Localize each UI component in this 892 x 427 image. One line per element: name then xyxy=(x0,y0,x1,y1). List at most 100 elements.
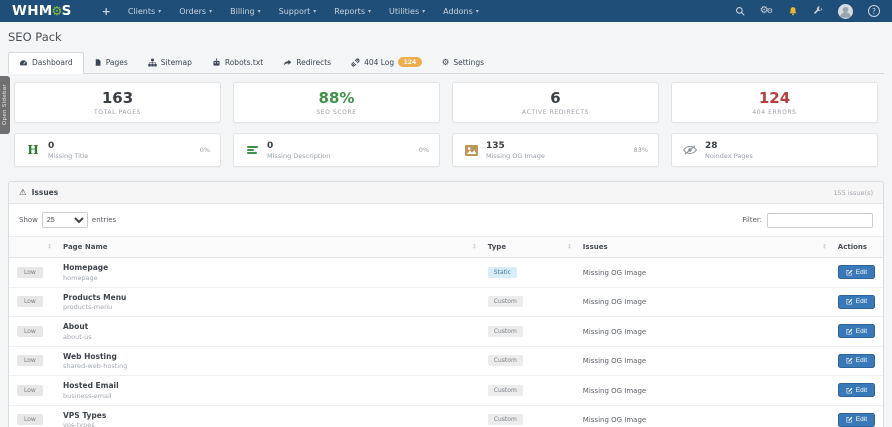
stat-value: 6 xyxy=(453,90,658,107)
redirect-arrow-icon xyxy=(283,58,292,67)
severity-badge: Low xyxy=(17,414,43,425)
pencil-icon xyxy=(846,269,853,276)
page-slug: vps-types xyxy=(63,421,472,427)
issues-table: ↕ Page Name↕ Type↕ Issues↕ Actions Low H… xyxy=(9,236,883,427)
severity-badge: Low xyxy=(17,296,43,307)
whmcs-logo[interactable]: WHM⚙S xyxy=(12,3,72,19)
severity-badge: Low xyxy=(17,355,43,366)
edit-button[interactable]: Edit xyxy=(838,295,875,309)
stat-label: ACTIVE REDIRECTS xyxy=(453,109,658,116)
help-icon[interactable]: ? xyxy=(868,5,880,17)
sort-icon: ↕ xyxy=(567,244,572,251)
table-controls: Show 25 entries Filter: xyxy=(9,204,883,236)
quick-add-button[interactable]: + xyxy=(94,0,119,22)
logo-text: WHM xyxy=(12,3,53,19)
chevron-down-icon: ▾ xyxy=(158,8,161,15)
column-header-page-name[interactable]: Page Name↕ xyxy=(55,237,480,258)
issue-text: Missing OG Image xyxy=(583,298,646,306)
nav-orders[interactable]: Orders▾ xyxy=(170,0,221,22)
wrench-icon[interactable] xyxy=(813,6,823,16)
chevron-down-icon: ▾ xyxy=(209,8,212,15)
entries-label: entries xyxy=(92,216,116,224)
page-slug: shared-web-hosting xyxy=(63,362,472,370)
tab-sitemap[interactable]: Sitemap xyxy=(138,53,202,73)
open-sidebar-tab[interactable]: Open Sidebar xyxy=(0,76,10,134)
page-name: Homepage xyxy=(63,263,472,272)
notifications-icon[interactable] xyxy=(788,6,798,16)
issues-panel-header: ⚠ Issues 155 issue(s) xyxy=(9,182,883,204)
substat-percent: 0% xyxy=(419,146,429,154)
nav-addons[interactable]: Addons▾ xyxy=(434,0,488,22)
nav-billing[interactable]: Billing▾ xyxy=(221,0,270,22)
sort-icon: ↕ xyxy=(472,244,477,251)
stat-value: 88% xyxy=(234,90,439,107)
edit-button[interactable]: Edit xyxy=(838,354,875,368)
page-name: Products Menu xyxy=(63,293,472,302)
warning-icon: ⚠ xyxy=(19,189,27,197)
align-left-icon xyxy=(244,146,260,154)
edit-button[interactable]: Edit xyxy=(838,383,875,397)
addon-tabs: Dashboard Pages Sitemap Robots.txt Redir… xyxy=(8,50,884,74)
substat-missing-description: 0 Missing Description 0% xyxy=(233,133,440,167)
stat-404-errors: 124 404 ERRORS xyxy=(671,82,878,123)
issues-count: 155 issue(s) xyxy=(833,189,873,197)
column-header-issues[interactable]: Issues↕ xyxy=(575,237,830,258)
tab-pages[interactable]: Pages xyxy=(84,53,138,73)
column-header-type[interactable]: Type↕ xyxy=(480,237,575,258)
page-slug: products-menu xyxy=(63,303,472,311)
chevron-down-icon: ▾ xyxy=(368,8,371,15)
nav-utilities[interactable]: Utilities▾ xyxy=(380,0,434,22)
substat-value: 0 xyxy=(267,141,330,151)
type-badge: Custom xyxy=(488,385,523,396)
severity-badge: Low xyxy=(17,385,43,396)
heading-icon: H xyxy=(25,143,41,157)
type-badge: Custom xyxy=(488,296,523,307)
user-avatar[interactable] xyxy=(838,4,853,19)
tab-redirects[interactable]: Redirects xyxy=(273,53,341,73)
column-header-actions[interactable]: Actions xyxy=(830,237,883,258)
table-row: Low Web Hostingshared-web-hosting Custom… xyxy=(9,346,883,376)
issue-text: Missing OG Image xyxy=(583,416,646,424)
type-badge: Static xyxy=(488,267,517,278)
chevron-down-icon: ▾ xyxy=(313,8,316,15)
edit-button[interactable]: Edit xyxy=(838,265,875,279)
tab-dashboard[interactable]: Dashboard xyxy=(8,52,84,74)
gear-icon: ⚙ xyxy=(442,59,450,67)
edit-button[interactable]: Edit xyxy=(838,413,875,427)
stat-label: 404 ERRORS xyxy=(672,109,877,116)
issue-text: Missing OG Image xyxy=(583,269,646,277)
tab-404-log[interactable]: 404 Log 124 xyxy=(341,52,432,73)
substat-missing-title: H 0 Missing Title 0% xyxy=(14,133,221,167)
page-name: Web Hosting xyxy=(63,352,472,361)
filter-input[interactable] xyxy=(767,213,873,228)
nav-clients[interactable]: Clients▾ xyxy=(119,0,170,22)
column-header-severity[interactable]: ↕ xyxy=(9,237,55,258)
edit-button[interactable]: Edit xyxy=(838,324,875,338)
page-size-select[interactable]: 25 xyxy=(42,212,88,228)
error-count-badge: 124 xyxy=(398,57,422,67)
issues-panel-title: Issues xyxy=(32,188,59,197)
tab-robots[interactable]: Robots.txt xyxy=(202,53,273,73)
table-row: Low VPS Typesvps-types Custom Missing OG… xyxy=(9,405,883,427)
substat-label: Missing Description xyxy=(267,152,330,160)
stat-value: 163 xyxy=(15,90,220,107)
table-row: Low Products Menuproducts-menu Custom Mi… xyxy=(9,287,883,317)
issue-text: Missing OG Image xyxy=(583,328,646,336)
page-title: SEO Pack xyxy=(0,22,892,50)
search-icon[interactable] xyxy=(735,6,745,16)
type-badge: Custom xyxy=(488,355,523,366)
severity-badge: Low xyxy=(17,267,43,278)
substat-label: Missing Title xyxy=(48,152,88,160)
tab-settings[interactable]: ⚙ Settings xyxy=(432,53,494,73)
substat-label: Missing OG Image xyxy=(486,152,545,160)
pencil-icon xyxy=(846,328,853,335)
table-row: Low Homepagehomepage Static Missing OG I… xyxy=(9,258,883,288)
pencil-icon xyxy=(846,298,853,305)
nav-support[interactable]: Support▾ xyxy=(270,0,326,22)
stat-label: SEO SCORE xyxy=(234,109,439,116)
sort-icon: ↕ xyxy=(822,244,827,251)
automation-cogs-icon[interactable]: ⚙⚙ xyxy=(760,6,773,16)
sort-icon: ↕ xyxy=(47,244,52,251)
page-name: Hosted Email xyxy=(63,381,472,390)
nav-reports[interactable]: Reports▾ xyxy=(325,0,380,22)
